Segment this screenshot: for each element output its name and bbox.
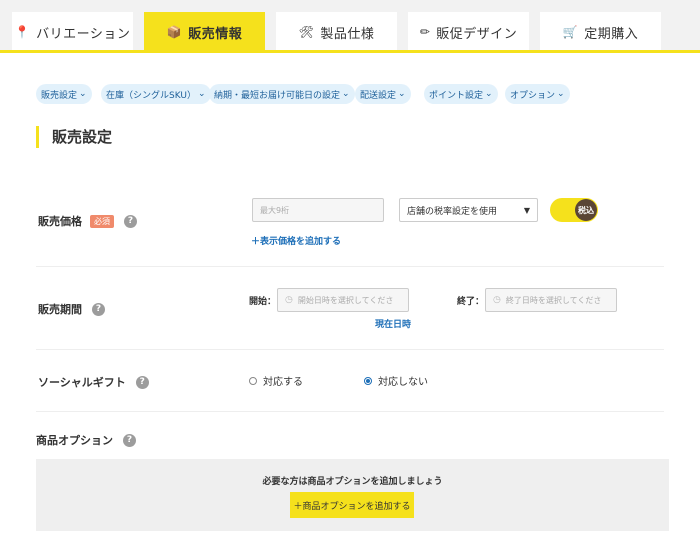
- subnav-points[interactable]: ポイント設定 ⌄: [424, 84, 498, 104]
- subnav-label: ポイント設定: [429, 90, 484, 101]
- radio-button[interactable]: [249, 376, 257, 385]
- chevron-down-icon: ⌄: [342, 89, 350, 99]
- radio-button-selected[interactable]: [364, 376, 372, 385]
- tools-icon: 🛠: [298, 25, 315, 39]
- toggle-knob: 税込: [575, 199, 597, 221]
- chevron-down-icon: ⌄: [398, 89, 406, 99]
- section-title: 販売設定: [36, 126, 112, 148]
- add-display-price-link[interactable]: ＋表示価格を追加する: [251, 234, 341, 247]
- subnav-delivery-date[interactable]: 納期・最短お届け可能日の設定 ⌄: [209, 84, 355, 104]
- subnav-shipping[interactable]: 配送設定 ⌄: [355, 84, 411, 104]
- pin-icon: 📍: [14, 25, 31, 39]
- gift-row-label: ソーシャルギフト ?: [38, 374, 149, 390]
- dropdown-arrow-icon: ▼: [523, 205, 530, 215]
- tax-rate-select[interactable]: 店舗の税率設定を使用 ▼: [399, 198, 538, 222]
- tab-promo-design[interactable]: ✏ 販促デザイン: [408, 12, 529, 52]
- tab-variation[interactable]: 📍 バリエーション: [12, 12, 133, 52]
- start-label: 開始：: [249, 297, 277, 307]
- chevron-down-icon: ⌄: [485, 89, 493, 99]
- clock-icon: ◷: [285, 295, 293, 305]
- divider: [36, 349, 664, 350]
- subnav-label: 納期・最短お届け可能日の設定: [214, 90, 341, 101]
- price-input[interactable]: 最大9桁: [252, 198, 384, 222]
- tab-sales-info[interactable]: 📦 販売情報: [144, 12, 265, 52]
- subnav-label: オプション: [510, 90, 556, 101]
- subnav-options[interactable]: オプション ⌄: [505, 84, 570, 104]
- price-placeholder: 最大9桁: [260, 205, 290, 215]
- product-option-label: 商品オプション: [36, 434, 113, 447]
- period-row-label: 販売期間 ?: [38, 301, 105, 317]
- end-label: 終了：: [457, 297, 485, 307]
- radio-label: 対応しない: [378, 377, 428, 388]
- chevron-down-icon: ⌄: [197, 89, 206, 99]
- tab-label: 製品仕様: [320, 26, 375, 42]
- end-placeholder: 終了日時を選択してくださ: [505, 295, 602, 305]
- tab-label: 定期購入: [584, 26, 639, 42]
- subnav-label: 在庫（シングルSKU）: [106, 90, 196, 101]
- help-icon[interactable]: ?: [124, 214, 137, 228]
- help-icon[interactable]: ?: [135, 375, 149, 389]
- radio-label: 対応する: [263, 377, 303, 388]
- subnav-sales-settings[interactable]: 販売設定 ⌄: [36, 84, 92, 104]
- add-product-option-button[interactable]: ＋商品オプションを追加する: [290, 492, 414, 518]
- period-label: 販売期間: [38, 303, 82, 316]
- end-datetime-input[interactable]: ◷ 終了日時を選択してくださ: [485, 288, 617, 312]
- subnav-label: 販売設定: [41, 90, 78, 101]
- product-option-box: 必要な方は商品オプションを追加しましょう ＋商品オプションを追加する: [36, 459, 669, 531]
- cart-icon: 🛒: [562, 25, 579, 39]
- price-row-label: 販売価格 必須 ?: [38, 213, 137, 229]
- tab-product-spec[interactable]: 🛠 製品仕様: [276, 12, 397, 52]
- required-badge: 必須: [90, 214, 114, 228]
- tab-bar: 📍 バリエーション 📦 販売情報 🛠 製品仕様 ✏ 販促デザイン 🛒 定期購入: [0, 0, 700, 53]
- divider: [36, 411, 664, 412]
- start-placeholder: 開始日時を選択してくださ: [297, 295, 394, 305]
- start-datetime-input[interactable]: ◷ 開始日時を選択してくださ: [277, 288, 409, 312]
- subnav-stock[interactable]: 在庫（シングルSKU） ⌄: [101, 84, 211, 104]
- gift-radio-supported[interactable]: 対応する: [249, 373, 303, 388]
- gift-label: ソーシャルギフト: [38, 376, 126, 389]
- help-icon[interactable]: ?: [123, 433, 136, 447]
- product-option-row-label: 商品オプション ?: [36, 432, 136, 448]
- box-icon: 📦: [166, 25, 183, 39]
- gift-radio-not-supported[interactable]: 対応しない: [364, 373, 428, 388]
- pencil-icon: ✏: [419, 25, 431, 39]
- divider: [36, 266, 664, 267]
- tab-label: 販促デザイン: [436, 26, 518, 42]
- chevron-down-icon: ⌄: [79, 89, 87, 99]
- tab-label: 販売情報: [188, 26, 243, 42]
- sales-info-panel: 販売設定 ⌄ 在庫（シングルSKU） ⌄ 納期・最短お届け可能日の設定 ⌄ 配送設定 ⌄…: [0, 53, 700, 558]
- chevron-down-icon: ⌄: [557, 89, 565, 99]
- tax-included-toggle[interactable]: 税込: [550, 198, 598, 222]
- tab-subscription[interactable]: 🛒 定期購入: [540, 12, 661, 52]
- subnav-label: 配送設定: [360, 90, 397, 101]
- tax-select-value: 店舗の税率設定を使用: [407, 206, 498, 217]
- help-icon[interactable]: ?: [92, 302, 105, 316]
- price-label: 販売価格: [38, 215, 82, 228]
- current-datetime-link[interactable]: 現在日時: [375, 317, 411, 330]
- tab-label: バリエーション: [36, 26, 131, 42]
- product-option-message: 必要な方は商品オプションを追加しましょう: [262, 477, 443, 487]
- clock-icon: ◷: [493, 295, 501, 305]
